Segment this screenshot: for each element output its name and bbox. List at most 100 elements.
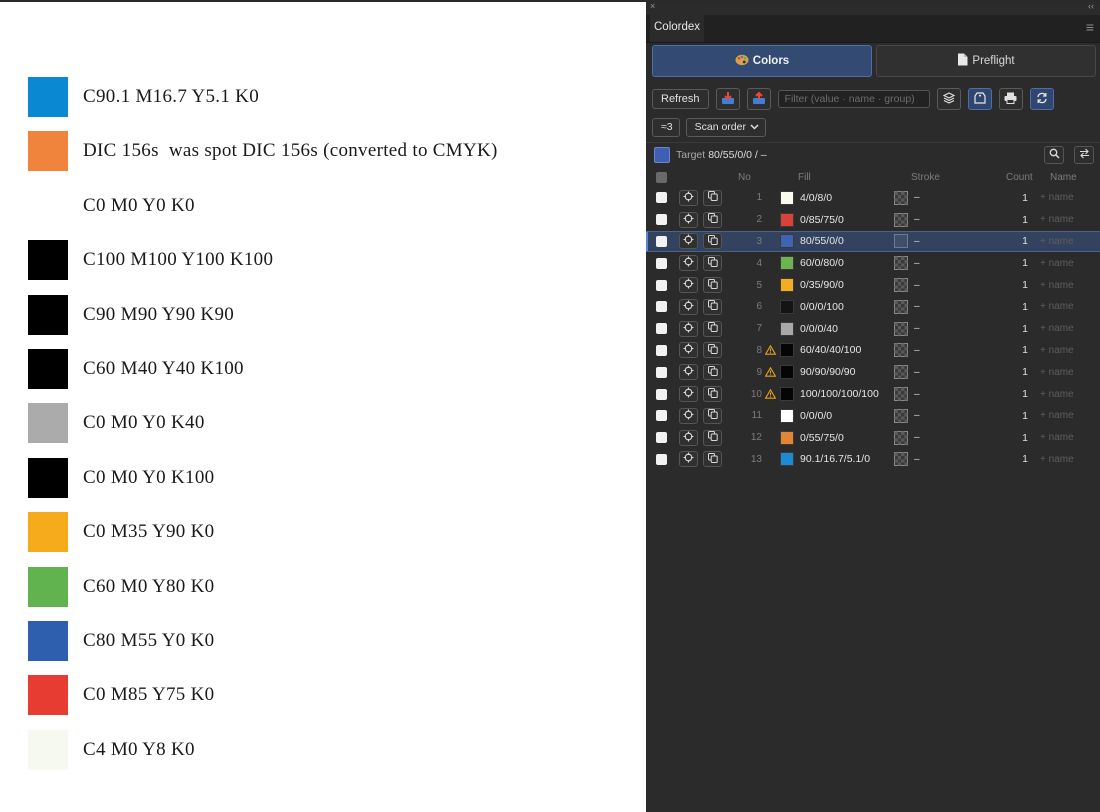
locate-button[interactable] <box>679 277 698 294</box>
row-checkbox[interactable] <box>656 410 667 422</box>
copy-button[interactable] <box>703 277 722 294</box>
color-row[interactable]: 11 0/0/0/0 – 1 + name <box>646 405 1100 427</box>
add-name-link[interactable]: + name <box>1040 236 1074 247</box>
color-row[interactable]: 8 60/40/40/100 – 1 + name <box>646 340 1100 362</box>
row-checkbox[interactable] <box>656 301 667 313</box>
fill-swatch[interactable] <box>780 408 794 423</box>
copy-button[interactable] <box>703 364 722 381</box>
no-stroke-icon[interactable] <box>894 212 908 227</box>
copy-button[interactable] <box>703 320 722 337</box>
no-stroke-icon[interactable] <box>894 430 908 445</box>
row-checkbox[interactable] <box>656 388 667 400</box>
locate-button[interactable] <box>679 211 698 228</box>
locate-button[interactable] <box>679 364 698 381</box>
preflight-mode-button[interactable]: Preflight <box>876 45 1096 77</box>
add-name-link[interactable]: + name <box>1040 345 1074 356</box>
color-swatch[interactable] <box>28 457 68 498</box>
row-checkbox[interactable] <box>656 192 667 204</box>
fill-swatch[interactable] <box>780 452 794 467</box>
fill-swatch[interactable] <box>780 430 794 445</box>
locate-button[interactable] <box>679 320 698 337</box>
row-checkbox[interactable] <box>656 214 667 226</box>
color-swatch[interactable] <box>28 729 68 770</box>
copy-button[interactable] <box>703 407 722 424</box>
color-row[interactable]: 4 60/0/80/0 – 1 + name <box>646 252 1100 274</box>
color-swatch[interactable] <box>28 131 68 172</box>
color-row[interactable]: 7 0/0/0/40 – 1 + name <box>646 318 1100 340</box>
locate-button[interactable] <box>679 298 698 315</box>
add-name-link[interactable]: + name <box>1040 454 1074 465</box>
add-name-link[interactable]: + name <box>1040 214 1074 225</box>
copy-button[interactable] <box>703 386 722 403</box>
collapse-icon[interactable]: ‹‹ <box>1088 1 1094 11</box>
locate-button[interactable] <box>679 233 698 250</box>
fill-swatch[interactable] <box>780 321 794 336</box>
no-stroke-icon[interactable] <box>894 256 908 271</box>
copy-button[interactable] <box>703 211 722 228</box>
panel-menu-icon[interactable]: ≡ <box>1086 19 1094 35</box>
fill-swatch[interactable] <box>780 278 794 293</box>
locate-button[interactable] <box>679 386 698 403</box>
color-swatch[interactable] <box>28 403 68 444</box>
color-swatch[interactable] <box>28 240 68 281</box>
add-name-link[interactable]: + name <box>1040 301 1074 312</box>
fill-swatch[interactable] <box>780 212 794 227</box>
tab-colordex[interactable]: Colordex <box>650 15 705 42</box>
row-checkbox[interactable] <box>656 344 667 356</box>
no-stroke-icon[interactable] <box>894 299 908 314</box>
layers-button[interactable] <box>936 88 961 110</box>
no-stroke-icon[interactable] <box>894 190 908 205</box>
add-name-link[interactable]: + name <box>1040 389 1074 400</box>
color-row[interactable]: 1 4/0/8/0 – 1 + name <box>646 187 1100 209</box>
color-swatch[interactable] <box>28 185 68 226</box>
add-name-link[interactable]: + name <box>1040 280 1074 291</box>
copy-button[interactable] <box>703 342 722 359</box>
add-name-link[interactable]: + name <box>1040 432 1074 443</box>
fill-swatch[interactable] <box>780 365 794 380</box>
import-swatches-button[interactable] <box>715 88 740 110</box>
locate-button[interactable] <box>679 342 698 359</box>
color-swatch[interactable] <box>28 294 68 335</box>
color-row[interactable]: 2 0/85/75/0 – 1 + name <box>646 209 1100 231</box>
color-swatch[interactable] <box>28 77 68 117</box>
copy-button[interactable] <box>703 298 722 315</box>
fill-swatch[interactable] <box>780 234 794 249</box>
copy-button[interactable] <box>703 429 722 446</box>
color-swatch[interactable] <box>28 621 68 661</box>
filter-input[interactable] <box>777 90 930 108</box>
color-row[interactable]: 9 90/90/90/90 – 1 + name <box>646 361 1100 383</box>
copy-button[interactable] <box>703 189 722 206</box>
zoom-to-button[interactable] <box>1044 146 1064 164</box>
fill-swatch[interactable] <box>780 299 794 314</box>
color-swatch[interactable] <box>28 675 68 716</box>
close-icon[interactable]: × <box>650 1 655 11</box>
row-checkbox[interactable] <box>656 279 667 291</box>
no-stroke-icon[interactable] <box>894 365 908 380</box>
color-row[interactable]: 5 0/35/90/0 – 1 + name <box>646 274 1100 296</box>
locate-button[interactable] <box>679 255 698 272</box>
fill-swatch[interactable] <box>780 256 794 271</box>
colors-mode-button[interactable]: Colors <box>652 45 872 77</box>
fill-swatch[interactable] <box>780 387 794 402</box>
row-checkbox[interactable] <box>656 432 667 444</box>
print-button[interactable] <box>998 88 1023 110</box>
tag-button[interactable] <box>967 88 992 110</box>
no-stroke-icon[interactable] <box>894 234 908 249</box>
add-name-link[interactable]: + name <box>1040 323 1074 334</box>
group-tolerance-button[interactable]: ≈3 <box>652 117 680 137</box>
row-checkbox[interactable] <box>656 257 667 269</box>
row-checkbox[interactable] <box>656 366 667 378</box>
fill-swatch[interactable] <box>780 343 794 358</box>
color-row[interactable]: 10 100/100/100/100 – 1 + name <box>646 383 1100 405</box>
locate-button[interactable] <box>679 189 698 206</box>
no-stroke-icon[interactable] <box>894 278 908 293</box>
add-name-link[interactable]: + name <box>1040 367 1074 378</box>
no-stroke-icon[interactable] <box>894 343 908 358</box>
color-swatch[interactable] <box>28 349 68 389</box>
color-swatch[interactable] <box>28 512 68 553</box>
copy-button[interactable] <box>703 451 722 468</box>
copy-button[interactable] <box>703 255 722 272</box>
no-stroke-icon[interactable] <box>894 452 908 467</box>
refresh-button[interactable]: Refresh <box>652 89 709 109</box>
copy-button[interactable] <box>703 233 722 250</box>
